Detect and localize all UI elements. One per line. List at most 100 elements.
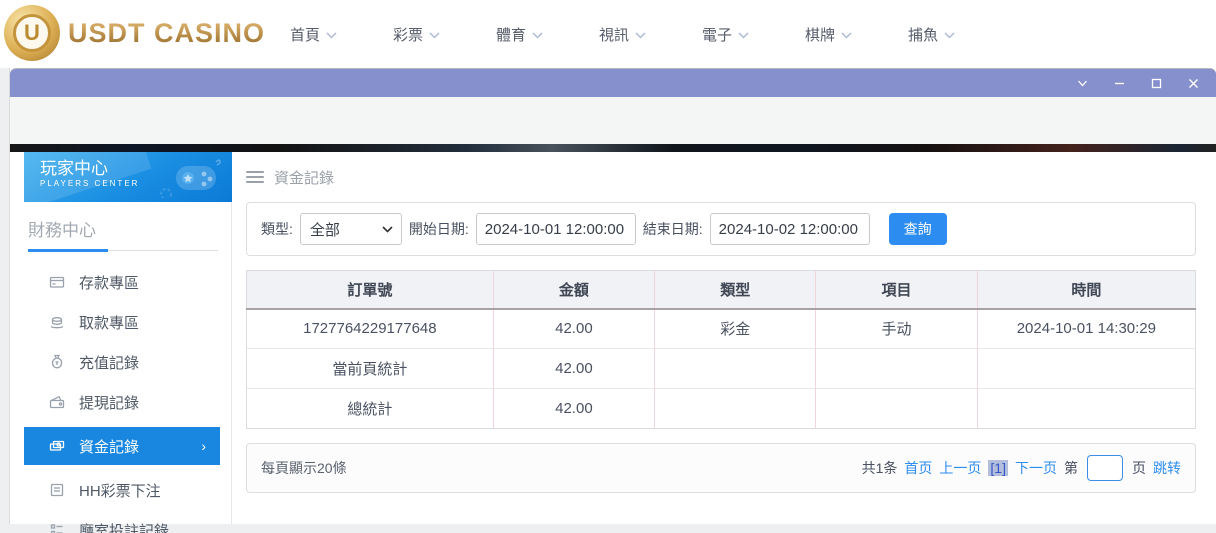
coin-letter: U bbox=[13, 14, 51, 52]
chevron-down-icon bbox=[326, 31, 337, 39]
sidebar-item-withdraw[interactable]: 取款專區 bbox=[24, 302, 220, 342]
chevron-down-icon bbox=[841, 31, 852, 39]
cell-label: 總統計 bbox=[246, 388, 494, 429]
sidebar-item-label: 取款專區 bbox=[79, 314, 140, 332]
nav-item-slots[interactable]: 電子 bbox=[674, 24, 777, 45]
nav-label: 彩票 bbox=[392, 26, 423, 44]
cell-type: 彩金 bbox=[654, 308, 816, 349]
deposit-icon bbox=[48, 274, 65, 291]
banner-strip bbox=[10, 144, 1216, 152]
chevron-down-icon bbox=[635, 31, 646, 39]
close-icon[interactable] bbox=[1186, 76, 1200, 90]
end-date-input[interactable] bbox=[709, 213, 870, 245]
withdraw-icon bbox=[48, 314, 65, 331]
select-chevron-icon bbox=[382, 225, 393, 233]
nav-item-live[interactable]: 視訊 bbox=[571, 24, 674, 45]
lottery-bet-icon bbox=[48, 482, 65, 499]
nav-label: 電子 bbox=[701, 26, 732, 44]
cell-empty bbox=[815, 348, 978, 389]
cell-empty bbox=[976, 388, 1196, 429]
sidebar: 玩家中心 PLAYERS CENTER 財務中心 存款專區 取款專區 充值記錄 … bbox=[10, 152, 232, 533]
sidebar-item-label: 資金記錄 bbox=[79, 438, 140, 456]
nav-label: 棋牌 bbox=[804, 26, 835, 44]
page: U USDT CASINO 首頁 彩票 體育 視訊 電子 棋牌 捕魚 玩家中心 … bbox=[0, 0, 1216, 533]
cell-item: 手动 bbox=[815, 308, 978, 349]
sidebar-section-title: 財務中心 bbox=[28, 221, 96, 240]
table-row-page-total: 當前頁統計 42.00 bbox=[246, 348, 1196, 389]
withdrawal-record-icon bbox=[48, 394, 65, 411]
table-row: 1727764229177648 42.00 彩金 手动 2024-10-01 … bbox=[246, 308, 1196, 349]
end-date-label: 結束日期: bbox=[642, 221, 703, 237]
nav-item-lottery[interactable]: 彩票 bbox=[365, 24, 468, 45]
cell-amount: 42.00 bbox=[492, 308, 655, 349]
nav-item-home[interactable]: 首頁 bbox=[262, 24, 365, 45]
nav-item-fishing[interactable]: 捕魚 bbox=[880, 24, 983, 45]
sidebar-item-label: HH彩票下注 bbox=[79, 482, 161, 500]
cell-empty bbox=[654, 388, 816, 429]
window-body: 玩家中心 PLAYERS CENTER 財務中心 存款專區 取款專區 充值記錄 … bbox=[10, 152, 1216, 533]
window-titlebar bbox=[10, 68, 1216, 97]
nav-label: 體育 bbox=[495, 26, 526, 44]
pagination-bar: 每頁顯示20條 共1条 首页 上一页 [1] 下一页 第 页 跳转 bbox=[246, 443, 1196, 493]
window-toolbar-area bbox=[10, 97, 1216, 144]
next-page-link[interactable]: 下一页 bbox=[1015, 458, 1057, 478]
sidebar-item-hall-bet-record[interactable]: 廳室投註記錄 bbox=[24, 510, 220, 533]
brand-name: USDT CASINO bbox=[68, 17, 266, 48]
sidebar-item-recharge-record[interactable]: 充值記錄 bbox=[24, 342, 220, 382]
prev-page-link[interactable]: 上一页 bbox=[939, 458, 981, 478]
sidebar-item-label: 提現記錄 bbox=[79, 394, 140, 412]
cell-empty bbox=[976, 348, 1196, 389]
col-type: 類型 bbox=[654, 270, 816, 310]
main-content: 資金記錄 類型: 全部 開始日期: 結束日期: 查詢 bbox=[232, 152, 1216, 524]
chevron-down-icon bbox=[429, 31, 440, 39]
col-item: 項目 bbox=[815, 270, 978, 310]
chevron-down-icon bbox=[944, 31, 955, 39]
minimize-icon[interactable] bbox=[1112, 76, 1126, 90]
filter-bar: 類型: 全部 開始日期: 結束日期: 查詢 bbox=[246, 202, 1196, 256]
coin-logo-icon: U bbox=[4, 5, 60, 61]
nav-label: 首頁 bbox=[289, 26, 320, 44]
hamburger-icon[interactable] bbox=[246, 171, 264, 183]
gamepad-icon bbox=[160, 159, 221, 198]
jump-link[interactable]: 跳转 bbox=[1153, 458, 1181, 478]
chevron-down-icon bbox=[738, 31, 749, 39]
search-button[interactable]: 查詢 bbox=[888, 213, 947, 245]
brand-logo[interactable]: U USDT CASINO bbox=[4, 5, 265, 61]
table-row-grand-total: 總統計 42.00 bbox=[246, 388, 1196, 429]
sidebar-item-withdrawal-record[interactable]: 提現記錄 bbox=[24, 382, 220, 422]
cell-time: 2024-10-01 14:30:29 bbox=[976, 308, 1196, 349]
maximize-icon[interactable] bbox=[1149, 76, 1163, 90]
sidebar-item-label: 存款專區 bbox=[79, 274, 140, 292]
app-window: 玩家中心 PLAYERS CENTER 財務中心 存款專區 取款專區 充值記錄 … bbox=[10, 68, 1216, 533]
sidebar-item-hh-lottery-bet[interactable]: HH彩票下注 bbox=[24, 470, 220, 510]
left-frame-strip bbox=[0, 68, 10, 533]
nav-label: 視訊 bbox=[598, 26, 629, 44]
start-date-input[interactable] bbox=[475, 213, 636, 245]
page-number-input[interactable] bbox=[1087, 455, 1123, 481]
sidebar-item-label: 充值記錄 bbox=[79, 354, 140, 372]
chevron-right-icon: › bbox=[201, 438, 206, 454]
start-date-label: 開始日期: bbox=[408, 221, 469, 237]
funds-table: 訂單號 金額 類型 項目 時間 1727764229177648 42.00 彩… bbox=[246, 270, 1196, 429]
sidebar-section: 財務中心 bbox=[24, 202, 231, 252]
first-page-link[interactable]: 首页 bbox=[904, 458, 932, 478]
sidebar-header: 玩家中心 PLAYERS CENTER bbox=[24, 152, 232, 202]
total-count: 共1条 bbox=[861, 460, 898, 476]
top-navbar: U USDT CASINO 首頁 彩票 體育 視訊 電子 棋牌 捕魚 bbox=[0, 0, 1216, 68]
main-nav: 首頁 彩票 體育 視訊 電子 棋牌 捕魚 bbox=[262, 0, 983, 68]
type-label: 類型: bbox=[261, 221, 293, 237]
type-select[interactable]: 全部 bbox=[299, 213, 402, 245]
type-select-value: 全部 bbox=[309, 221, 340, 239]
window-dropdown-icon[interactable] bbox=[1075, 76, 1089, 90]
col-time: 時間 bbox=[976, 270, 1196, 310]
per-page-label: 每頁顯示20條 bbox=[261, 460, 347, 476]
pager: 共1条 首页 上一页 [1] 下一页 第 页 跳转 bbox=[862, 455, 1181, 481]
nav-item-cards[interactable]: 棋牌 bbox=[777, 24, 880, 45]
sidebar-item-deposit[interactable]: 存款專區 bbox=[24, 262, 220, 302]
sidebar-item-funds-record[interactable]: 資金記錄 › bbox=[24, 427, 220, 465]
cell-label: 當前頁統計 bbox=[246, 348, 494, 389]
nav-item-sports[interactable]: 體育 bbox=[468, 24, 571, 45]
nav-label: 捕魚 bbox=[907, 26, 938, 44]
funds-record-icon bbox=[48, 438, 65, 455]
table-header-row: 訂單號 金額 類型 項目 時間 bbox=[246, 270, 1196, 310]
